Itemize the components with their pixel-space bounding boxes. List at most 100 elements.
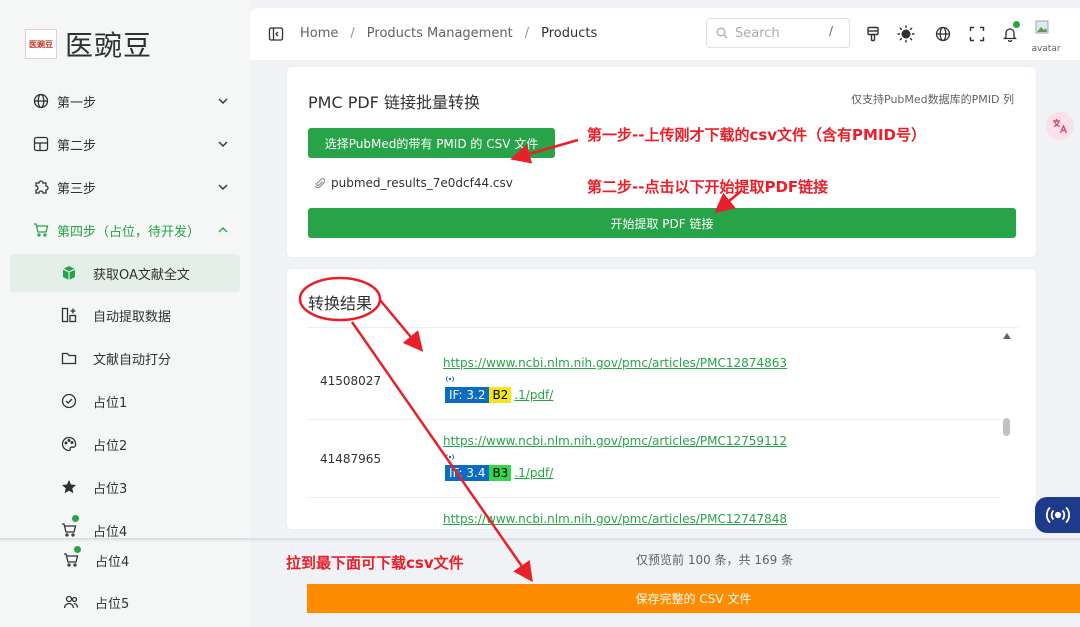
palette-icon [60, 435, 78, 453]
sidebar-item-placeholder-1[interactable]: 占位1 [10, 382, 240, 420]
sidebar-item-label: 占位1 [93, 395, 128, 411]
sidebar-item-placeholder-2[interactable]: 占位2 [10, 425, 240, 463]
pmid-cell: 41508027 [320, 374, 382, 388]
users-icon [62, 593, 80, 611]
sidebar-step-label: 第三步 [57, 181, 97, 197]
select-csv-button[interactable]: 选择PubMed的带有 PMID 的 CSV 文件 [308, 128, 555, 158]
uploaded-file[interactable]: pubmed_results_7e0dcf44.csv [315, 176, 513, 190]
pmid-cell: 41478688 [320, 530, 381, 531]
notification-dot [72, 515, 79, 522]
fullscreen-icon[interactable] [967, 24, 987, 44]
breadcrumb-separator: / [350, 26, 355, 41]
sidebar-toggle-icon[interactable] [268, 26, 284, 42]
top-header: Home / Products Management / Products Se… [250, 8, 1080, 60]
star-icon [60, 478, 78, 496]
sidebar-item-placeholder-3[interactable]: 占位3 [10, 468, 240, 506]
annotation-step2: 第二步--点击以下开始提取PDF链接 [587, 178, 829, 196]
paperclip-icon [315, 178, 325, 189]
annotation-bottom: 拉到最下面可下载csv文件 [286, 554, 464, 572]
table-row: 41487965 https://www.ncbi.nlm.nih.gov/pm… [308, 420, 1000, 498]
results-title: 转换结果 [308, 294, 373, 313]
converter-note: 仅支持PubMed数据库的PMID 列 [851, 93, 1014, 106]
search-input[interactable]: Search / [706, 18, 850, 48]
sidebar-step-3[interactable]: 第三步 [0, 166, 250, 208]
breadcrumb-home[interactable]: Home [300, 26, 338, 41]
results-table: 41508027 https://www.ncbi.nlm.nih.gov/pm… [308, 327, 1018, 531]
layout-icon [33, 136, 49, 152]
converter-card: PMC PDF 链接批量转换 仅支持PubMed数据库的PMID 列 选择Pub… [286, 66, 1037, 258]
sidebar-item-placeholder-5[interactable]: 占位5 [12, 583, 242, 621]
results-card: 转换结果 41508027 https://www.ncbi.nlm.nih.g… [286, 268, 1037, 531]
pmc-link[interactable]: https://www.ncbi.nlm.nih.gov/pmc/article… [443, 512, 787, 526]
sun-icon[interactable] [896, 24, 916, 44]
sidebar-item-label: 自动提取数据 [93, 309, 172, 325]
sidebar-item-placeholder-4-lower[interactable]: 占位4 [12, 541, 242, 579]
quartile-badge: B3 [489, 465, 512, 481]
scroll-up-arrow[interactable] [1003, 333, 1011, 339]
pdf-link[interactable]: .1/pdf/ [514, 466, 553, 480]
avatar[interactable]: avatar [1031, 20, 1061, 54]
pdf-link[interactable]: .1/pdf/ [514, 388, 553, 402]
image-placeholder-icon [1035, 20, 1049, 34]
breadcrumb-separator: / [524, 26, 530, 41]
chevron-down-icon [218, 98, 228, 104]
impact-factor-badge: IF: 3.4 [445, 465, 490, 481]
puzzle-icon [33, 179, 49, 195]
cart-icon [60, 521, 78, 539]
annotation-step1: 第一步--上传刚才下载的csv文件（含有PMID号） [587, 126, 927, 144]
search-icon [716, 27, 728, 39]
translate-icon[interactable] [1046, 112, 1074, 140]
file-name: pubmed_results_7e0dcf44.csv [331, 176, 513, 190]
pmc-link[interactable]: https://www.ncbi.nlm.nih.gov/pmc/article… [443, 434, 787, 448]
table-row: 41508027 https://www.ncbi.nlm.nih.gov/pm… [308, 342, 1000, 420]
sidebar-step-4[interactable]: 第四步（占位，待开发） [0, 209, 250, 251]
sidebar-step-2[interactable]: 第二步 [0, 123, 250, 165]
impact-factor-badge: IF: 3.2 [445, 387, 490, 403]
search-placeholder: Search [735, 25, 780, 41]
table-row: 41478688 https://www.ncbi.nlm.nih.gov/pm… [308, 498, 1000, 531]
extract-pdf-links-button[interactable]: 开始提取 PDF 链接 [308, 208, 1016, 238]
sidebar-step-label: 第四步（占位，待开发） [57, 224, 201, 240]
broadcast-icon [1045, 506, 1070, 524]
breadcrumb: Home / Products Management / Products [300, 26, 597, 41]
theme-brush-icon[interactable] [863, 24, 883, 44]
pmid-cell: 41487965 [320, 452, 382, 466]
check-circle-icon [60, 392, 78, 410]
sidebar-item-label: 占位4 [95, 554, 130, 570]
pmc-link[interactable]: https://www.ncbi.nlm.nih.gov/pmc/article… [443, 356, 787, 370]
broadcast-button[interactable] [1035, 497, 1080, 533]
breadcrumb-products-management[interactable]: Products Management [367, 26, 513, 41]
notification-dot [1013, 21, 1020, 28]
sidebar-step-1[interactable]: 第一步 [0, 80, 250, 122]
sidebar-item-label: 占位2 [93, 438, 128, 454]
logo-mark: 医豌豆 [25, 29, 57, 59]
sidebar-step-label: 第一步 [57, 95, 97, 111]
cart-icon [33, 222, 49, 238]
logo[interactable]: 医豌豆 医豌豆 [25, 24, 152, 64]
journal-badges: IF: 3.2 B2 .1/pdf/ [445, 387, 553, 403]
sidebar-item-label: 占位5 [95, 596, 130, 612]
sidebar-item-auto-score[interactable]: 文献自动打分 [10, 339, 240, 377]
chevron-up-icon [218, 227, 228, 233]
preview-summary: 仅预览前 100 条，共 169 条 [636, 553, 794, 567]
search-shortcut: / [828, 24, 834, 38]
language-globe-icon[interactable] [933, 24, 953, 44]
scrollbar-thumb[interactable] [1003, 418, 1010, 436]
sidebar-item-oa-fulltext[interactable]: 获取OA文献全文 [10, 254, 240, 292]
sidebar-item-label: 文献自动打分 [93, 352, 172, 368]
notification-dot [74, 546, 81, 553]
sidebar-step-label: 第二步 [57, 138, 97, 154]
blocks-icon [60, 306, 78, 324]
sidebar-item-auto-extract[interactable]: 自动提取数据 [10, 296, 240, 334]
save-csv-button[interactable]: 保存完整的 CSV 文件 [307, 584, 1080, 613]
signal-icon [446, 376, 454, 382]
breadcrumb-products: Products [541, 26, 598, 41]
quartile-badge: B2 [489, 387, 512, 403]
bell-icon[interactable] [1000, 21, 1020, 44]
signal-icon [446, 454, 454, 460]
converter-title: PMC PDF 链接批量转换 [308, 93, 480, 112]
sidebar-item-label: 占位4 [93, 524, 128, 540]
folder-icon [60, 349, 78, 367]
chevron-down-icon [218, 141, 228, 147]
logo-text: 医豌豆 [65, 29, 153, 62]
